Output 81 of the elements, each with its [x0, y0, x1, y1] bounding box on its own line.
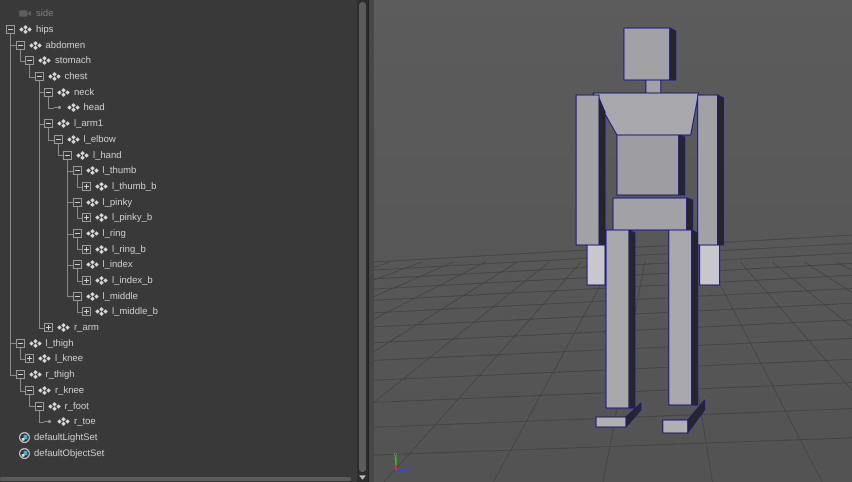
collapse-icon[interactable]	[63, 150, 72, 160]
outliner-item[interactable]: defaultLightSet	[34, 432, 98, 443]
outliner-item[interactable]: l_index	[102, 259, 133, 270]
outliner-item[interactable]: r_knee	[55, 384, 84, 396]
outliner-item[interactable]: chest	[64, 71, 88, 82]
collapse-icon[interactable]	[16, 338, 24, 348]
expand-icon[interactable]	[82, 276, 91, 286]
joint-icon	[76, 150, 89, 160]
outliner-item[interactable]: l_index_b	[112, 275, 153, 286]
joint-icon	[86, 198, 98, 207]
outliner-item[interactable]: neck	[74, 86, 94, 98]
joint-icon	[86, 260, 98, 270]
joint-icon	[86, 228, 98, 238]
joint-icon	[57, 119, 70, 128]
outliner-item[interactable]: l_pinky_b	[112, 212, 152, 224]
joint-icon	[19, 25, 32, 34]
outliner-item[interactable]: r_arm	[74, 322, 99, 334]
joint-icon	[57, 417, 70, 426]
outliner-item[interactable]: l_arm1	[74, 118, 104, 130]
end-dot-icon	[58, 106, 60, 110]
expand-icon[interactable]	[82, 213, 91, 222]
collapse-icon[interactable]	[44, 88, 53, 97]
set-icon	[19, 448, 30, 459]
outliner-item[interactable]: l_middle_b	[112, 306, 158, 318]
expand-icon[interactable]	[44, 323, 53, 332]
joint-icon	[95, 276, 108, 286]
outliner-item[interactable]: l_hand	[93, 150, 122, 161]
joint-icon	[28, 40, 42, 50]
horizontal-scrollbar[interactable]	[0, 477, 351, 481]
collapse-icon[interactable]	[34, 72, 44, 82]
outliner-item[interactable]: r_toe	[74, 416, 96, 428]
camera-icon	[19, 9, 32, 18]
outliner-item[interactable]: stomach	[55, 55, 91, 66]
outliner-item[interactable]: defaultObjectSet	[34, 448, 104, 459]
outliner-item[interactable]: hips	[36, 24, 54, 36]
vertical-scrollbar[interactable]	[357, 0, 368, 482]
joint-icon	[95, 307, 108, 316]
collapse-icon[interactable]	[54, 134, 62, 144]
set-icon	[19, 432, 30, 443]
joint-icon	[38, 354, 51, 364]
outliner-item[interactable]: l_thumb	[102, 165, 136, 176]
outliner-item[interactable]: r_thigh	[46, 369, 75, 380]
joint-icon	[28, 370, 42, 380]
outliner-item[interactable]: l_thigh	[46, 338, 74, 349]
outliner-item[interactable]: r_foot	[64, 400, 89, 412]
joint-icon	[66, 103, 80, 112]
joint-icon	[38, 56, 51, 66]
expand-icon[interactable]	[25, 354, 34, 364]
expand-icon[interactable]	[82, 182, 91, 191]
collapse-icon[interactable]	[72, 198, 82, 207]
joint-icon	[86, 166, 98, 176]
outliner-item[interactable]: head	[84, 102, 105, 114]
joint-icon	[95, 244, 108, 254]
outliner-item[interactable]: l_ring	[102, 228, 126, 239]
outliner-item[interactable]: l_knee	[55, 353, 83, 364]
collapse-icon[interactable]	[6, 25, 15, 34]
collapse-icon[interactable]	[34, 402, 44, 411]
joint-icon	[38, 386, 51, 395]
scroll-down-icon[interactable]	[359, 475, 366, 480]
joint-icon	[57, 88, 70, 97]
outliner-item[interactable]: abdomen	[46, 40, 86, 51]
outliner-item[interactable]: l_elbow	[84, 134, 116, 145]
collapse-icon[interactable]	[25, 386, 34, 395]
end-dot-icon	[48, 420, 51, 424]
joint-icon	[48, 402, 60, 411]
expand-icon[interactable]	[82, 244, 91, 254]
collapse-icon[interactable]	[16, 40, 24, 50]
collapse-icon[interactable]	[72, 228, 82, 238]
joint-icon	[86, 292, 98, 301]
joint-icon	[95, 213, 108, 222]
joint-icon	[28, 338, 42, 348]
outliner-item[interactable]: l_thumb_b	[112, 180, 156, 192]
expand-icon[interactable]	[82, 307, 91, 316]
outliner-item[interactable]: l_pinky	[102, 196, 132, 208]
joint-icon	[95, 182, 108, 191]
joint-icon	[57, 323, 70, 332]
joint-icon	[48, 72, 60, 82]
collapse-icon[interactable]	[72, 292, 82, 301]
outliner-item[interactable]: l_ring_b	[112, 244, 146, 255]
joint-icon	[66, 134, 80, 144]
outliner-item[interactable]: l_middle	[102, 290, 138, 302]
